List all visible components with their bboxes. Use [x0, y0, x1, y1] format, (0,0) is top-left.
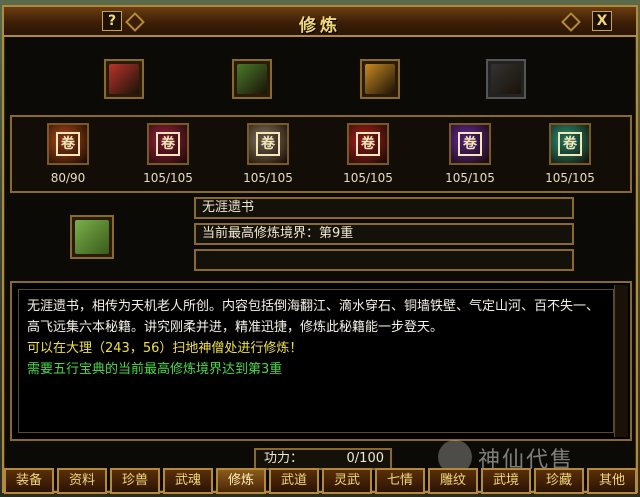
requirement-text: 需要五行宝典的当前最高修炼境界达到第3重 — [27, 362, 283, 377]
scroll-icon: 卷 — [47, 123, 89, 165]
cultivation-window: ? 修炼 X 卷 80/90 卷 105/105 卷 105/105 卷 105/105 卷 10… — [2, 5, 638, 493]
bamboo-scroll-icon — [237, 64, 267, 94]
tab-9[interactable]: 雕纹 — [428, 468, 478, 494]
tab-6[interactable]: 武道 — [269, 468, 319, 494]
power-display: 功力： 0/100 — [254, 448, 392, 470]
close-button[interactable]: X — [592, 11, 612, 31]
skill-value: 80/90 — [50, 171, 86, 185]
power-label: 功力： — [264, 451, 304, 466]
scroll-icon: 卷 — [549, 123, 591, 165]
tab-4[interactable]: 武魂 — [163, 468, 213, 494]
skill-value: 105/105 — [143, 171, 193, 185]
title-bar[interactable]: ? 修炼 X — [4, 7, 636, 37]
skill-value: 105/105 — [343, 171, 393, 185]
scroll-icon: 卷 — [449, 123, 491, 165]
top-item-slot[interactable] — [360, 59, 400, 99]
red-book-icon — [109, 64, 139, 94]
description-panel: 无涯遗书，相传为天机老人所创。内容包括倒海翻江、滴水穿石、铜墙铁壁、气定山河、百… — [10, 281, 632, 441]
scroll-glyph: 卷 — [356, 132, 380, 156]
description-text: 无涯遗书，相传为天机老人所创。内容包括倒海翻江、滴水穿石、铜墙铁壁、气定山河、百… — [27, 299, 600, 335]
scroll-icon: 卷 — [247, 123, 289, 165]
scroll-glyph: 卷 — [56, 132, 80, 156]
skill-value: 105/105 — [545, 171, 595, 185]
scroll-glyph: 卷 — [558, 132, 582, 156]
selected-name-field: 无涯遗书 — [194, 197, 574, 219]
skill-item[interactable]: 卷 105/105 — [228, 123, 308, 185]
description-text-area[interactable]: 无涯遗书，相传为天机老人所创。内容包括倒海翻江、滴水穿石、铜墙铁壁、气定山河、百… — [18, 289, 614, 433]
window-title: 修炼 — [299, 16, 341, 36]
skill-value: 105/105 — [445, 171, 495, 185]
tab-10[interactable]: 武境 — [481, 468, 531, 494]
tab-1[interactable]: 装备 — [4, 468, 54, 494]
top-item-slot[interactable] — [486, 59, 526, 99]
golden-treasure-icon — [365, 64, 395, 94]
skill-item[interactable]: 卷 105/105 — [430, 123, 510, 185]
skill-item[interactable]: 卷 105/105 — [328, 123, 408, 185]
skill-item[interactable]: 卷 105/105 — [530, 123, 610, 185]
skill-item[interactable]: 卷 105/105 — [128, 123, 208, 185]
tab-3[interactable]: 珍兽 — [110, 468, 160, 494]
selected-item-slot[interactable] — [70, 215, 114, 259]
selected-realm-field: 当前最高修炼境界：第9重 — [194, 223, 574, 245]
tab-2[interactable]: 资料 — [57, 468, 107, 494]
tab-5[interactable]: 修炼 — [216, 468, 266, 494]
location-text: 可以在大理（243，56）扫地神僧处进行修炼！ — [27, 341, 303, 356]
empty-slot-icon — [491, 64, 521, 94]
bottom-tab-bar: 装备 资料 珍兽 武魂 修炼 武道 灵武 七情 雕纹 武境 珍藏 其他 — [0, 468, 640, 497]
scroll-glyph: 卷 — [156, 132, 180, 156]
skill-value: 105/105 — [243, 171, 293, 185]
bamboo-scroll-icon — [75, 220, 109, 254]
scroll-glyph: 卷 — [256, 132, 280, 156]
selected-extra-field — [194, 249, 574, 271]
skill-item[interactable]: 卷 80/90 — [28, 123, 108, 185]
skill-panel: 卷 80/90 卷 105/105 卷 105/105 卷 105/105 卷 105/105 卷 1… — [10, 115, 632, 193]
tab-8[interactable]: 七情 — [375, 468, 425, 494]
description-scrollbar[interactable] — [614, 285, 628, 437]
scroll-glyph: 卷 — [458, 132, 482, 156]
top-item-slot[interactable] — [104, 59, 144, 99]
tab-12[interactable]: 其他 — [587, 468, 637, 494]
scroll-icon: 卷 — [347, 123, 389, 165]
top-item-slot[interactable] — [232, 59, 272, 99]
power-value: 0/100 — [346, 451, 384, 466]
tab-11[interactable]: 珍藏 — [534, 468, 584, 494]
tab-7[interactable]: 灵武 — [322, 468, 372, 494]
scroll-icon: 卷 — [147, 123, 189, 165]
